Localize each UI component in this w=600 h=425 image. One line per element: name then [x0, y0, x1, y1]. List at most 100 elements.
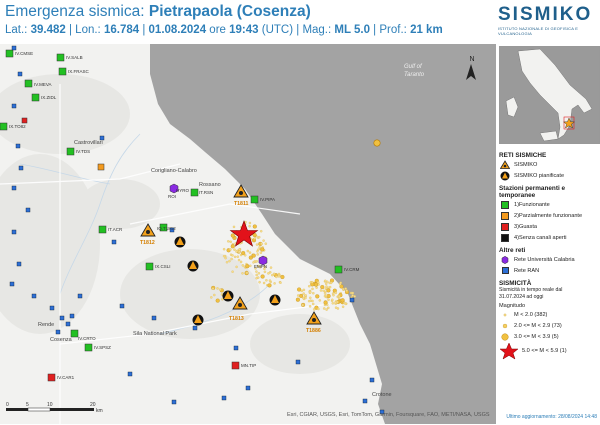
event-dot[interactable] [252, 224, 257, 229]
event-dot[interactable] [325, 285, 328, 288]
event-dot[interactable] [248, 224, 251, 228]
event-dot[interactable] [269, 266, 273, 269]
event-dot[interactable] [300, 289, 304, 293]
station-square[interactable] [334, 265, 343, 274]
event-dot[interactable] [216, 287, 219, 290]
event-dot[interactable] [273, 282, 276, 285]
event-dot[interactable] [279, 281, 282, 284]
event-dot[interactable] [341, 287, 345, 291]
event-dot[interactable] [353, 295, 356, 298]
event-dot[interactable] [327, 306, 330, 310]
event-dot[interactable] [210, 296, 213, 299]
station-square[interactable] [145, 262, 154, 271]
event-dot[interactable] [233, 255, 237, 259]
event-dot[interactable] [237, 258, 241, 262]
event-dot[interactable] [312, 308, 316, 311]
event-dot[interactable] [307, 284, 311, 288]
event-dot[interactable] [309, 291, 312, 294]
station-square[interactable] [31, 93, 40, 102]
station-partial[interactable] [97, 163, 105, 171]
event-dot[interactable] [235, 250, 238, 253]
station-square[interactable] [56, 53, 65, 62]
event-dot[interactable] [308, 305, 312, 308]
event-dot[interactable] [260, 274, 265, 279]
event-dot[interactable] [264, 242, 268, 245]
station-square[interactable] [0, 122, 8, 131]
event-dot[interactable] [338, 294, 341, 298]
event-dot[interactable] [324, 294, 328, 298]
station-square[interactable] [5, 49, 14, 58]
event-dot[interactable] [213, 293, 216, 297]
event-dot[interactable] [231, 270, 234, 273]
event-dot[interactable] [332, 293, 335, 297]
event-dot[interactable] [222, 247, 226, 251]
event-dot[interactable] [307, 299, 311, 303]
event-dot[interactable] [260, 242, 263, 246]
event-dot[interactable] [329, 281, 333, 285]
station-square[interactable] [98, 225, 107, 234]
event-dot[interactable] [243, 254, 247, 257]
event-dot[interactable] [304, 294, 307, 297]
event-dot[interactable] [224, 256, 227, 260]
event-dot[interactable] [251, 253, 256, 258]
event-dot[interactable] [245, 271, 249, 275]
event-dot[interactable] [334, 291, 338, 295]
event-dot[interactable] [230, 257, 233, 261]
event-dot[interactable] [235, 265, 238, 269]
event-dot[interactable] [228, 259, 231, 263]
event-dot[interactable] [263, 270, 267, 274]
event-dot[interactable] [262, 281, 266, 285]
event-dot[interactable] [267, 283, 272, 288]
event-dot[interactable] [317, 307, 320, 311]
event-dot[interactable] [255, 270, 258, 273]
event-dot[interactable] [241, 264, 245, 267]
event-dot[interactable] [311, 287, 314, 291]
event-dot[interactable] [311, 302, 315, 306]
event-dot[interactable] [260, 247, 265, 252]
event-dot[interactable] [316, 281, 320, 284]
event-dot[interactable] [327, 298, 330, 302]
station-square[interactable] [24, 79, 33, 88]
event-dot[interactable] [299, 293, 304, 298]
station-square[interactable] [66, 147, 75, 156]
event-dot[interactable] [256, 253, 259, 256]
event-dot[interactable] [334, 306, 338, 309]
event-dot[interactable] [256, 248, 260, 251]
event-dot[interactable] [249, 264, 252, 268]
event-dot[interactable] [257, 235, 261, 239]
event-dot[interactable] [258, 280, 261, 284]
event-dot[interactable] [257, 272, 261, 275]
event-dot[interactable] [227, 240, 230, 243]
event-dot[interactable] [267, 272, 270, 275]
event-dot[interactable] [280, 274, 285, 280]
event-dot[interactable] [326, 280, 329, 284]
station-square[interactable] [58, 67, 67, 76]
event-dot[interactable] [315, 286, 318, 289]
event-dot[interactable] [310, 280, 314, 284]
event-dot[interactable] [338, 282, 342, 286]
event-dot[interactable] [246, 249, 250, 253]
event-dot[interactable] [302, 288, 306, 292]
event-dot[interactable] [253, 237, 257, 240]
station-square[interactable] [21, 117, 28, 124]
station-square[interactable] [250, 195, 259, 204]
station-square[interactable] [84, 343, 93, 352]
event-dot[interactable] [241, 272, 244, 275]
event-dot[interactable] [301, 303, 304, 307]
event-dot[interactable] [319, 289, 323, 292]
event-dot[interactable] [324, 282, 328, 286]
event-dot[interactable] [345, 289, 348, 292]
event-dot[interactable] [302, 296, 305, 300]
event-dot[interactable] [222, 254, 226, 258]
event-dot[interactable] [351, 294, 354, 297]
event-dot[interactable] [324, 279, 327, 283]
event-dot[interactable] [297, 287, 302, 292]
event-dot[interactable] [248, 251, 252, 254]
event-dot[interactable] [268, 279, 272, 282]
event-dot[interactable] [344, 302, 348, 306]
event-dot[interactable] [262, 239, 265, 242]
station-square[interactable] [190, 188, 199, 197]
event-dot[interactable] [275, 275, 278, 279]
event-dot[interactable] [215, 298, 220, 303]
event-dot[interactable] [230, 233, 235, 238]
